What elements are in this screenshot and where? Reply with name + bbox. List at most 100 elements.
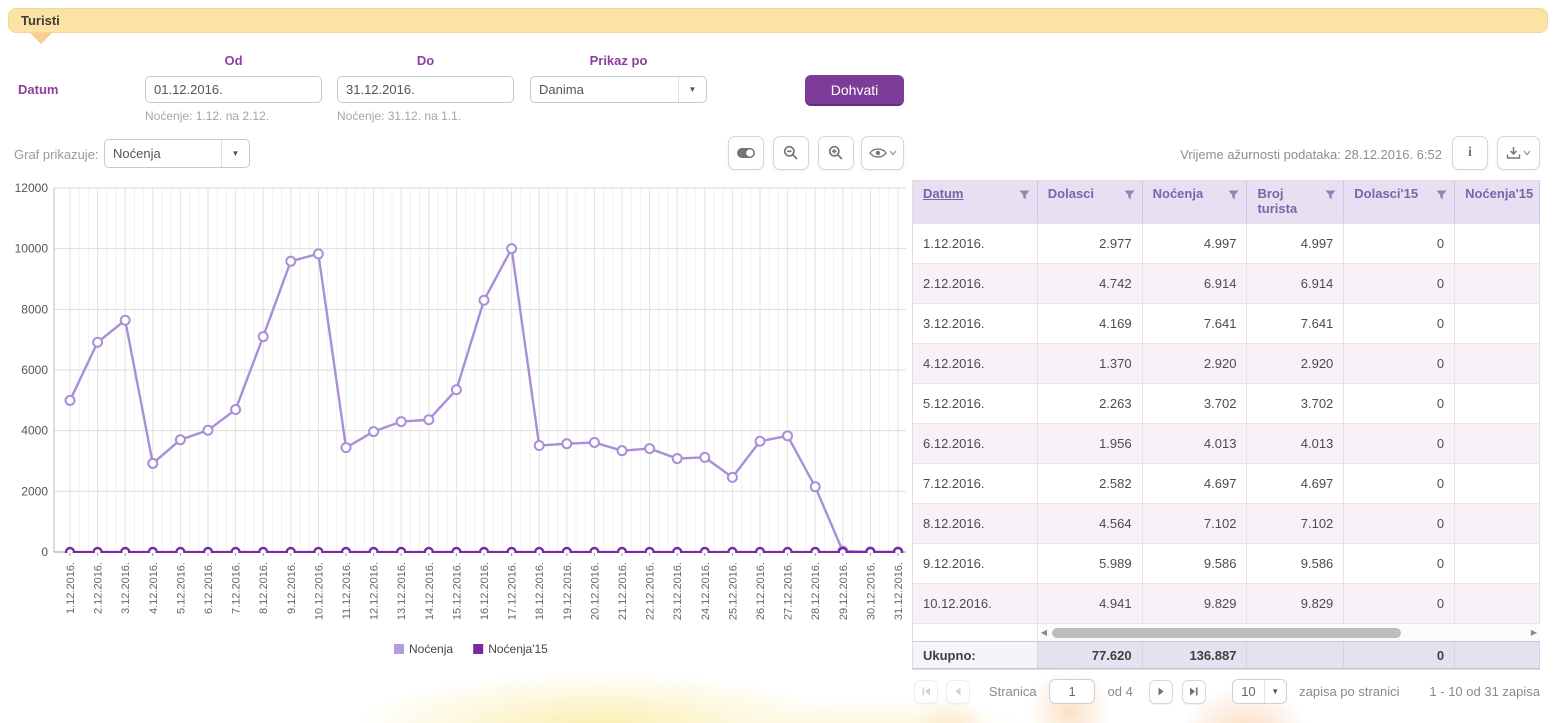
legend-label: Noćenja'15 [488, 642, 548, 656]
x-axis-label: 25.12.2016. [727, 562, 739, 620]
chevron-down-icon: ▼ [678, 77, 706, 102]
filter-icon[interactable] [1019, 190, 1030, 205]
x-axis-label: 23.12.2016. [672, 562, 684, 620]
line-chart: 1.12.2016.2.12.2016.3.12.2016.4.12.2016.… [8, 180, 913, 660]
column-header-broj-turista[interactable]: Broj turista [1247, 181, 1344, 223]
cell-value: 2.263 [1038, 384, 1143, 423]
filter-icon[interactable] [1436, 190, 1447, 205]
table-row[interactable]: 1.12.2016.2.9774.9974.9970 [913, 223, 1540, 263]
data-point [480, 296, 489, 305]
table-row[interactable]: 10.12.2016.4.9419.8299.8290 [913, 583, 1540, 623]
scroll-right-arrow[interactable]: ▶ [1528, 628, 1540, 637]
table-totals-row: Ukupno:77.620136.8870 [913, 641, 1540, 669]
cell-value: 7.102 [1247, 504, 1344, 543]
next-page-icon [1157, 687, 1165, 696]
column-header-dolasci-15[interactable]: Dolasci'15 [1344, 181, 1455, 223]
filter-icon[interactable] [1228, 190, 1239, 205]
chart-zoom-in-button[interactable] [818, 136, 854, 170]
filter-icon[interactable] [1325, 190, 1336, 205]
table-row[interactable]: 4.12.2016.1.3702.9202.9200 [913, 343, 1540, 383]
date-from-group [145, 76, 322, 103]
page-tab-turisti[interactable]: Turisti [8, 8, 1548, 33]
x-axis-label: 31.12.2016. [893, 562, 905, 620]
last-page-button[interactable] [1182, 680, 1206, 704]
table-row[interactable]: 7.12.2016.2.5824.6974.6970 [913, 463, 1540, 503]
x-axis-label: 12.12.2016. [369, 562, 381, 620]
page-number-input[interactable] [1049, 679, 1095, 704]
chart-zoom-out-button[interactable] [773, 136, 809, 170]
filter-icon[interactable] [1124, 190, 1135, 205]
cell-value: 0 [1344, 264, 1455, 303]
od-label: Od [145, 53, 322, 68]
table-row[interactable]: 8.12.2016.4.5647.1027.1020 [913, 503, 1540, 543]
prikaz-po-select[interactable]: Danima ▼ [530, 76, 707, 103]
zoom-out-icon [783, 145, 799, 161]
cell-value: 3.702 [1143, 384, 1248, 423]
graf-prikazuje-select[interactable]: Noćenja ▼ [104, 139, 250, 168]
column-header-no-enja[interactable]: Noćenja [1143, 181, 1248, 223]
data-point [673, 454, 682, 463]
x-axis-label: 18.12.2016. [534, 562, 546, 620]
prikaz-po-value: Danima [531, 82, 678, 97]
dohvati-button[interactable]: Dohvati [805, 75, 904, 106]
column-header-no-enja-15[interactable]: Noćenja'15 [1455, 181, 1540, 223]
x-axis-label: 27.12.2016. [783, 562, 795, 620]
scrollbar-track[interactable] [1050, 627, 1528, 639]
info-button[interactable]: i [1452, 136, 1488, 170]
cell-date: 10.12.2016. [913, 584, 1038, 623]
column-header-datum[interactable]: Datum [913, 181, 1038, 223]
table-row[interactable]: 2.12.2016.4.7426.9146.9140 [913, 263, 1540, 303]
column-header-label: Noćenja [1153, 186, 1204, 201]
next-page-button[interactable] [1149, 680, 1173, 704]
eye-icon [869, 147, 887, 159]
x-axis-label: 11.12.2016. [341, 562, 353, 619]
chevron-down-icon: ▼ [1264, 680, 1286, 703]
column-header-label: Noćenja'15 [1465, 186, 1533, 201]
cell-value: 4.997 [1247, 224, 1344, 263]
cell-value: 9.829 [1143, 584, 1248, 623]
cell-value: 0 [1344, 424, 1455, 463]
data-point [397, 417, 406, 426]
cell-value: 4.997 [1143, 224, 1248, 263]
column-header-dolasci[interactable]: Dolasci [1038, 181, 1143, 223]
x-axis-label: 6.12.2016. [203, 562, 215, 614]
data-point [756, 437, 765, 446]
first-page-button[interactable] [914, 680, 938, 704]
x-axis-label: 3.12.2016. [120, 562, 132, 614]
column-header-label: Datum [923, 186, 963, 201]
scrollbar-thumb[interactable] [1052, 628, 1401, 638]
cell-value [1455, 464, 1540, 503]
date-to-input[interactable] [338, 77, 514, 102]
hscroll-spacer [913, 624, 1038, 641]
data-point [369, 427, 378, 436]
x-axis-label: 22.12.2016. [645, 562, 657, 620]
table-row[interactable]: 9.12.2016.5.9899.5869.5860 [913, 543, 1540, 583]
table-row[interactable]: 3.12.2016.4.1697.6417.6410 [913, 303, 1540, 343]
export-download-button[interactable] [1497, 136, 1540, 170]
page-size-select[interactable]: 10 ▼ [1232, 679, 1286, 704]
totals-value [1455, 642, 1540, 668]
data-point [562, 439, 571, 448]
cell-value: 9.586 [1143, 544, 1248, 583]
cell-value [1455, 224, 1540, 263]
do-label: Do [337, 53, 514, 68]
x-axis-label: 15.12.2016. [451, 562, 463, 620]
chart-toggle-button[interactable] [728, 136, 764, 170]
x-axis-label: 17.12.2016. [507, 562, 519, 620]
table-row[interactable]: 5.12.2016.2.2633.7023.7020 [913, 383, 1540, 423]
cell-value: 1.370 [1038, 344, 1143, 383]
table-header-row: Datum Dolasci Noćenja Broj turistaDolasci'1… [913, 181, 1540, 223]
app-window: Turisti Datum Od Noćenje: 1.12. na 2.12.… [0, 0, 1556, 723]
page-size-value: 10 [1233, 684, 1263, 699]
prev-page-button[interactable] [946, 680, 970, 704]
cell-value [1455, 304, 1540, 343]
data-point [783, 431, 792, 440]
chart-visibility-button[interactable] [861, 136, 904, 170]
cell-value [1455, 504, 1540, 543]
date-from-input[interactable] [146, 77, 322, 102]
cell-value: 0 [1344, 464, 1455, 503]
totals-value: 77.620 [1038, 642, 1143, 668]
table-row[interactable]: 6.12.2016.1.9564.0134.0130 [913, 423, 1540, 463]
scroll-left-arrow[interactable]: ◀ [1038, 628, 1050, 637]
cell-value: 4.697 [1143, 464, 1248, 503]
